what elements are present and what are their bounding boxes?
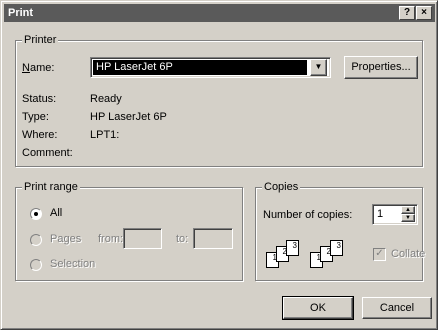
copies-group: Copies Number of copies: 1 ▲ ▼ 1 2 3 1 2… xyxy=(255,181,425,281)
pages-radio[interactable] xyxy=(30,234,42,246)
collate-checkbox[interactable]: ✓ xyxy=(373,248,386,261)
print-range-group-label: Print range xyxy=(22,181,80,194)
from-label: from: xyxy=(98,233,124,245)
type-value: HP LaserJet 6P xyxy=(90,111,167,123)
radio-dot-icon xyxy=(34,212,38,216)
copies-value: 1 xyxy=(377,208,384,220)
comment-label: Comment: xyxy=(22,147,73,159)
printer-name-select[interactable]: HP LaserJet 6P ▼ xyxy=(90,57,331,78)
page-3-icon: 3 xyxy=(330,240,343,256)
selection-label[interactable]: Selection xyxy=(50,258,95,271)
from-input[interactable] xyxy=(123,228,162,249)
printer-group-label: Printer xyxy=(22,34,59,47)
page-3-icon: 3 xyxy=(286,240,299,256)
copies-group-label: Copies xyxy=(262,181,301,194)
pages-label[interactable]: Pages xyxy=(50,233,81,246)
printer-group: Printer Name: HP LaserJet 6P ▼ Propertie… xyxy=(15,34,423,167)
to-label: to: xyxy=(176,233,189,245)
type-label: Type: xyxy=(22,111,49,123)
help-button[interactable]: ? xyxy=(399,6,415,20)
all-label[interactable]: All xyxy=(50,207,62,220)
number-of-copies-label: Number of copies: xyxy=(263,209,353,221)
print-dialog: Print ? × Printer Name: HP LaserJet 6P ▼… xyxy=(0,0,438,330)
selection-radio[interactable] xyxy=(30,259,42,271)
arrow-down-icon: ▼ xyxy=(405,215,411,221)
close-button[interactable]: × xyxy=(416,6,432,20)
spin-down-button[interactable]: ▼ xyxy=(401,214,415,222)
where-label: Where: xyxy=(22,129,58,141)
print-range-group: Print range All Pages from: to: Selectio… xyxy=(15,181,243,281)
copies-spinner[interactable]: 1 ▲ ▼ xyxy=(372,204,418,225)
chevron-down-icon: ▼ xyxy=(314,62,323,71)
spin-up-button[interactable]: ▲ xyxy=(401,206,415,214)
checkmark-icon: ✓ xyxy=(375,248,384,259)
dialog-title: Print xyxy=(8,7,34,19)
printer-dropdown-button[interactable]: ▼ xyxy=(310,59,327,76)
title-bar[interactable]: Print ? × xyxy=(4,4,435,22)
properties-button[interactable]: Properties... xyxy=(344,56,418,79)
printer-name-value: HP LaserJet 6P xyxy=(93,60,307,75)
to-input[interactable] xyxy=(193,228,233,249)
all-radio[interactable] xyxy=(30,208,42,220)
status-label: Status: xyxy=(22,93,57,105)
name-label: Name: xyxy=(22,62,55,74)
status-value: Ready xyxy=(90,93,122,105)
arrow-up-icon: ▲ xyxy=(405,207,411,213)
cancel-button[interactable]: Cancel xyxy=(362,297,432,319)
collate-pages-icon: 1 2 3 1 2 3 xyxy=(266,238,376,268)
ok-button[interactable]: OK xyxy=(282,296,354,320)
where-value: LPT1: xyxy=(90,129,120,141)
collate-label[interactable]: Collate xyxy=(391,248,425,261)
